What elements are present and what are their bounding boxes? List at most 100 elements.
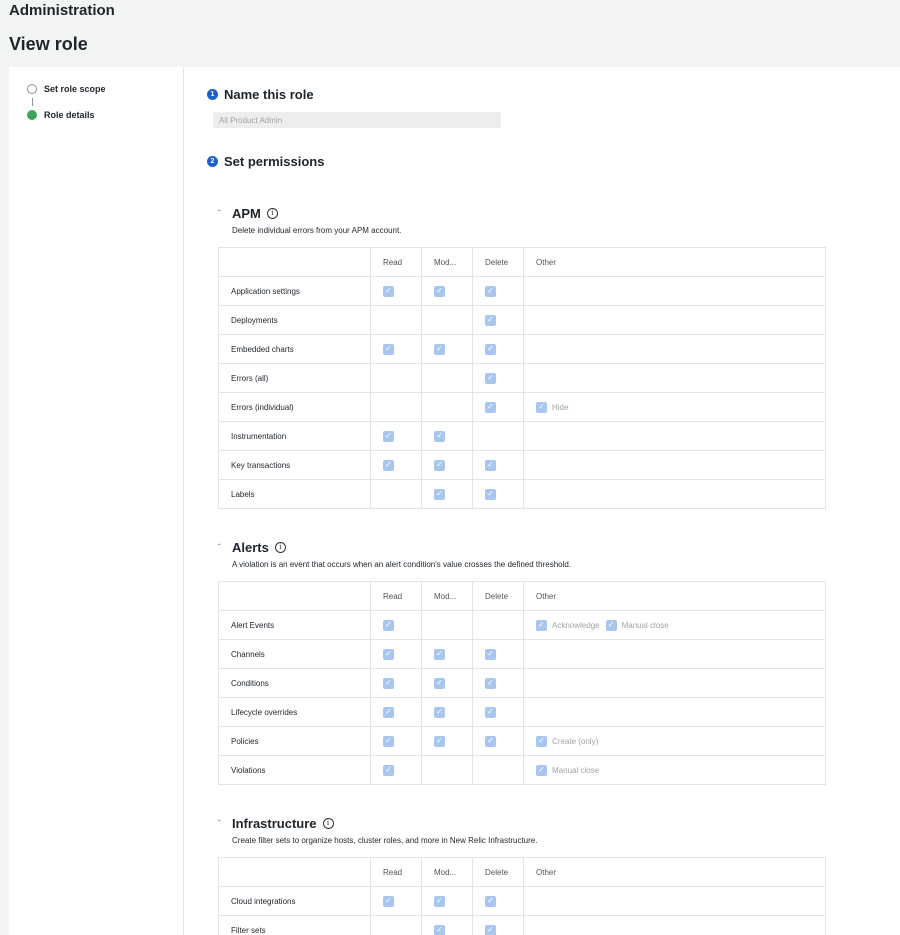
other-cell [523,334,826,364]
delete-checkbox[interactable]: ✓ [485,488,496,500]
read-checkbox[interactable]: ✓ [383,764,394,776]
step-role-details[interactable]: Role details [27,110,95,120]
column-header-name [218,581,371,611]
main-form: 1 Name this role 2 Set permissions ˇAPMi… [184,67,900,935]
breadcrumb[interactable]: Administration [9,2,115,19]
permission-name: Errors (all) [218,363,371,393]
other-checkbox[interactable]: ✓ [536,735,547,747]
modify-checkbox[interactable]: ✓ [434,459,445,471]
permission-name: Filter sets [218,915,371,935]
modify-cell: ✓ [421,421,473,451]
delete-checkbox[interactable]: ✓ [485,924,496,935]
modify-checkbox[interactable]: ✓ [434,285,445,297]
column-header-read: Read [370,581,422,611]
checkmark-icon: ✓ [436,286,443,295]
other-cell: ✓ Acknowledge ✓ Manual close [523,610,826,640]
info-icon[interactable]: i [322,817,334,829]
number-badge-icon: 2 [207,156,218,167]
info-icon[interactable]: i [266,207,278,219]
other-checkbox[interactable]: ✓ [536,619,547,631]
read-cell: ✓ [370,668,422,698]
chevron-down-icon[interactable]: ˇ [218,209,232,218]
other-cell [523,450,826,480]
other-permission[interactable]: ✓ Manual close [536,764,599,776]
table-row: Errors (individual) ✓ ✓ Hide [218,392,826,422]
other-permission-label: Acknowledge [552,620,600,630]
checkmark-icon: ✓ [487,460,494,469]
section-header[interactable]: ˇ Alerts i [218,537,826,557]
modify-checkbox[interactable]: ✓ [434,343,445,355]
other-cell [523,639,826,669]
read-checkbox[interactable]: ✓ [383,343,394,355]
section-header[interactable]: ˇ APM i [218,203,826,223]
other-cell [523,697,826,727]
permission-name: Policies [218,726,371,756]
checkmark-icon: ✓ [436,460,443,469]
delete-cell [472,755,524,785]
role-name-field[interactable] [213,112,501,128]
delete-checkbox[interactable]: ✓ [485,401,496,413]
other-checkbox[interactable]: ✓ [605,619,617,631]
table-row: Labels ✓ ✓ [218,479,826,509]
other-permission[interactable]: ✓ Acknowledge [536,619,600,631]
modify-checkbox[interactable]: ✓ [434,488,445,500]
delete-checkbox[interactable]: ✓ [485,343,496,355]
other-cell [523,363,826,393]
delete-checkbox[interactable]: ✓ [485,459,496,471]
read-checkbox[interactable]: ✓ [383,735,394,747]
section-header[interactable]: ˇ Infrastructure i [218,813,826,833]
other-cell [523,915,826,935]
heading-text: Name this role [224,87,314,102]
other-checkbox[interactable]: ✓ [536,401,547,413]
table-header-row: Read Mod... Delete Other [218,857,826,887]
name-role-heading: 1 Name this role [207,87,314,102]
modify-checkbox[interactable]: ✓ [434,706,445,718]
delete-checkbox[interactable]: ✓ [485,895,496,907]
modify-checkbox[interactable]: ✓ [434,677,445,689]
checkmark-icon: ✓ [436,489,443,498]
delete-checkbox[interactable]: ✓ [485,735,496,747]
read-checkbox[interactable]: ✓ [383,677,394,689]
other-permission[interactable]: ✓ Create (only) [536,735,598,747]
read-checkbox[interactable]: ✓ [383,285,394,297]
delete-checkbox[interactable]: ✓ [485,314,496,326]
read-checkbox[interactable]: ✓ [383,430,394,442]
chevron-down-icon[interactable]: ˇ [218,543,232,552]
step-set-role-scope[interactable]: Set role scope [27,84,106,94]
delete-checkbox[interactable]: ✓ [485,285,496,297]
modify-checkbox[interactable]: ✓ [434,648,445,660]
modify-cell: ✓ [421,276,473,306]
delete-checkbox[interactable]: ✓ [485,372,496,384]
checkmark-icon: ✓ [436,736,443,745]
read-checkbox[interactable]: ✓ [383,895,394,907]
read-checkbox[interactable]: ✓ [383,648,394,660]
delete-checkbox[interactable]: ✓ [485,706,496,718]
modify-checkbox[interactable]: ✓ [434,895,445,907]
delete-checkbox[interactable]: ✓ [485,648,496,660]
table-row: Alert Events ✓ ✓ Acknowledge ✓ Manual close [218,610,826,640]
read-checkbox[interactable]: ✓ [383,706,394,718]
modify-checkbox[interactable]: ✓ [434,430,445,442]
read-checkbox[interactable]: ✓ [383,619,394,631]
checkmark-icon: ✓ [487,649,494,658]
chevron-down-icon[interactable]: ˇ [218,819,232,828]
other-permission[interactable]: ✓ Hide [536,401,568,413]
delete-cell: ✓ [472,479,524,509]
permission-section: ˇ APM i Delete individual errors from your … [218,203,826,509]
other-permission[interactable]: ✓ Manual close [605,619,669,631]
table-row: Violations ✓ ✓ Manual close [218,755,826,785]
delete-cell: ✓ [472,726,524,756]
delete-cell: ✓ [472,450,524,480]
checkmark-icon: ✓ [385,431,392,440]
read-cell: ✓ [370,421,422,451]
delete-checkbox[interactable]: ✓ [485,677,496,689]
read-cell: ✓ [370,610,422,640]
read-checkbox[interactable]: ✓ [383,459,394,471]
checkmark-icon: ✓ [538,402,545,411]
other-checkbox[interactable]: ✓ [536,764,547,776]
table-row: Policies ✓ ✓ ✓ ✓ Create (only) [218,726,826,756]
modify-checkbox[interactable]: ✓ [434,735,445,747]
column-header-modify: Mod... [421,581,473,611]
info-icon[interactable]: i [274,541,286,553]
modify-checkbox[interactable]: ✓ [434,924,445,935]
